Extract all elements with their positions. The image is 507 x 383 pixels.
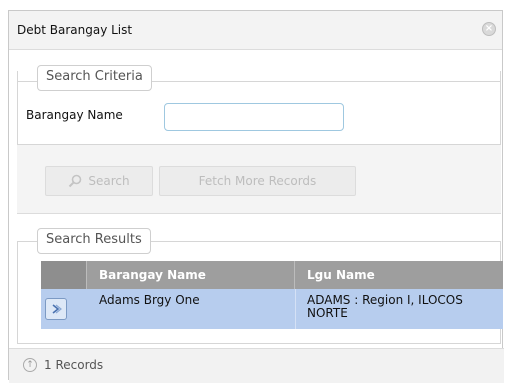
barangay-name-input[interactable] — [164, 103, 344, 131]
debt-barangay-window: Debt Barangay List × Search Criteria Bar… — [8, 10, 504, 383]
search-button-label: Search — [88, 174, 130, 188]
cell-lgu-name: ADAMS : Region I, ILOCOS NORTE — [307, 293, 463, 320]
chevron-right-icon — [50, 300, 62, 319]
search-results-legend: Search Results — [37, 228, 151, 254]
fetch-more-records-button[interactable]: Fetch More Records — [159, 166, 356, 196]
cell-barangay-name: Adams Brgy One — [99, 293, 200, 307]
records-count: 1 Records — [44, 358, 104, 372]
info-icon: ↑ — [23, 358, 37, 372]
table-header-spacer — [41, 261, 87, 289]
column-header-lgu-name[interactable]: Lgu Name — [307, 261, 503, 289]
search-criteria-legend: Search Criteria — [37, 65, 152, 91]
table-row[interactable]: Adams Brgy One ADAMS : Region I, ILOCOS … — [41, 289, 503, 329]
status-footer: ↑ 1 Records — [9, 348, 504, 383]
row-select-cell — [41, 289, 87, 329]
row-column-divider — [295, 289, 296, 329]
table-header: Barangay Name Lgu Name — [41, 261, 503, 289]
fetch-more-records-label: Fetch More Records — [198, 174, 317, 188]
barangay-name-label: Barangay Name — [26, 108, 123, 122]
row-select-button[interactable] — [45, 298, 67, 320]
search-button[interactable]: Search — [45, 166, 153, 196]
close-icon[interactable]: × — [482, 22, 496, 36]
window-title: Debt Barangay List — [17, 23, 133, 37]
column-header-barangay-name[interactable]: Barangay Name — [99, 261, 295, 289]
window-titlebar: Debt Barangay List × — [9, 11, 502, 50]
search-icon — [68, 174, 82, 188]
